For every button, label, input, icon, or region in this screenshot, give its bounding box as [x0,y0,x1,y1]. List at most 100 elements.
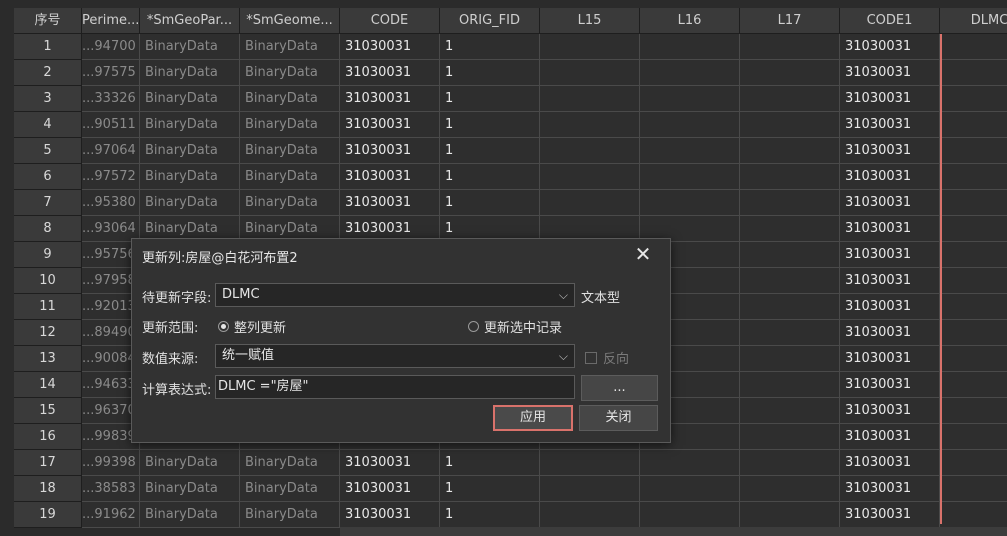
table-cell[interactable] [640,502,740,528]
table-cell[interactable]: 1 [440,60,540,86]
table-cell[interactable]: 31030031 [340,164,440,190]
table-cell[interactable] [940,164,1007,190]
table-cell[interactable] [940,268,1007,294]
table-cell[interactable]: 31030031 [840,502,940,528]
table-cell[interactable]: BinaryData [140,476,240,502]
table-cell[interactable]: 31030031 [840,216,940,242]
table-row[interactable]: 2 97575... BinaryData BinaryData 31030031 1 31… [14,60,1007,86]
column-header[interactable]: *SmGeoPar... [140,8,240,34]
table-cell[interactable] [740,398,840,424]
column-header[interactable]: L16 [640,8,740,34]
table-row[interactable]: 1 94700... BinaryData BinaryData 31030031 1 31… [14,34,1007,60]
table-cell[interactable]: 1 [440,164,540,190]
table-cell[interactable]: BinaryData [240,112,340,138]
row-number[interactable]: 9 [14,242,82,268]
table-cell[interactable] [940,346,1007,372]
table-cell[interactable]: BinaryData [140,502,240,528]
column-header[interactable]: L17 [740,8,840,34]
table-cell[interactable] [940,34,1007,60]
apply-button[interactable]: 应用 [493,405,573,431]
table-cell[interactable]: 31030031 [840,398,940,424]
table-cell[interactable]: 97575... [82,60,140,86]
row-number[interactable]: 4 [14,112,82,138]
table-cell[interactable] [640,450,740,476]
table-cell[interactable] [640,112,740,138]
table-cell[interactable] [740,164,840,190]
table-cell[interactable] [940,450,1007,476]
row-number[interactable]: 13 [14,346,82,372]
row-number[interactable]: 14 [14,372,82,398]
table-cell[interactable]: 1 [440,502,540,528]
radio-update-all[interactable]: 整列更新 [218,317,286,336]
table-row[interactable]: 5 97064... BinaryData BinaryData 31030031 1 31… [14,138,1007,164]
table-cell[interactable] [540,164,640,190]
field-select[interactable]: DLMC ⌵ [215,283,575,307]
table-row[interactable]: 19 91962... BinaryData BinaryData 31030031 1 3… [14,502,1007,528]
table-cell[interactable] [940,320,1007,346]
table-cell[interactable]: BinaryData [240,138,340,164]
table-cell[interactable]: 31030031 [840,86,940,112]
table-cell[interactable] [740,346,840,372]
table-cell[interactable]: 31030031 [840,138,940,164]
table-cell[interactable]: 31030031 [840,60,940,86]
table-cell[interactable]: 31030031 [840,294,940,320]
table-cell[interactable] [740,476,840,502]
table-cell[interactable] [540,112,640,138]
table-cell[interactable] [740,190,840,216]
table-cell[interactable]: 31030031 [840,346,940,372]
table-cell[interactable]: 31030031 [840,190,940,216]
table-cell[interactable] [740,372,840,398]
table-row[interactable]: 6 97572... BinaryData BinaryData 31030031 1 31… [14,164,1007,190]
table-cell[interactable]: 31030031 [840,34,940,60]
row-number[interactable]: 17 [14,450,82,476]
table-cell[interactable]: 1 [440,476,540,502]
table-cell[interactable] [740,112,840,138]
table-cell[interactable] [740,294,840,320]
table-cell[interactable] [940,372,1007,398]
table-cell[interactable]: 31030031 [840,476,940,502]
table-cell[interactable] [640,86,740,112]
table-cell[interactable]: 1 [440,138,540,164]
table-cell[interactable] [540,502,640,528]
column-header[interactable]: DLMC [940,8,1007,34]
table-cell[interactable] [740,242,840,268]
table-cell[interactable] [740,268,840,294]
table-cell[interactable] [940,398,1007,424]
table-cell[interactable]: 97572... [82,164,140,190]
table-row[interactable]: 17 99398... BinaryData BinaryData 31030031 1 3… [14,450,1007,476]
table-cell[interactable] [940,190,1007,216]
table-cell[interactable] [540,86,640,112]
row-number[interactable]: 6 [14,164,82,190]
table-cell[interactable] [940,424,1007,450]
row-number[interactable]: 16 [14,424,82,450]
column-header[interactable]: ORIG_FID [440,8,540,34]
table-cell[interactable]: BinaryData [240,450,340,476]
table-cell[interactable] [540,60,640,86]
table-cell[interactable] [640,34,740,60]
table-cell[interactable]: BinaryData [240,34,340,60]
table-row[interactable]: 7 95380... BinaryData BinaryData 31030031 1 31… [14,190,1007,216]
table-cell[interactable]: 1 [440,450,540,476]
row-number[interactable]: 11 [14,294,82,320]
table-cell[interactable] [640,190,740,216]
table-cell[interactable]: 97064... [82,138,140,164]
table-cell[interactable] [540,138,640,164]
table-cell[interactable] [640,164,740,190]
source-select[interactable]: 统一赋值 ⌵ [215,344,575,368]
column-header[interactable]: CODE1 [840,8,940,34]
table-cell[interactable]: 1 [440,112,540,138]
table-cell[interactable] [740,320,840,346]
table-cell[interactable] [540,476,640,502]
cancel-button[interactable]: 关闭 [579,405,658,431]
table-cell[interactable]: 31030031 [840,450,940,476]
table-cell[interactable]: BinaryData [140,164,240,190]
row-number[interactable]: 18 [14,476,82,502]
table-cell[interactable] [940,502,1007,528]
table-cell[interactable]: BinaryData [240,86,340,112]
row-number[interactable]: 1 [14,34,82,60]
table-cell[interactable]: 31030031 [840,242,940,268]
table-cell[interactable]: 31030031 [340,450,440,476]
table-cell[interactable]: 31030031 [840,268,940,294]
table-cell[interactable]: BinaryData [140,60,240,86]
table-cell[interactable] [740,450,840,476]
